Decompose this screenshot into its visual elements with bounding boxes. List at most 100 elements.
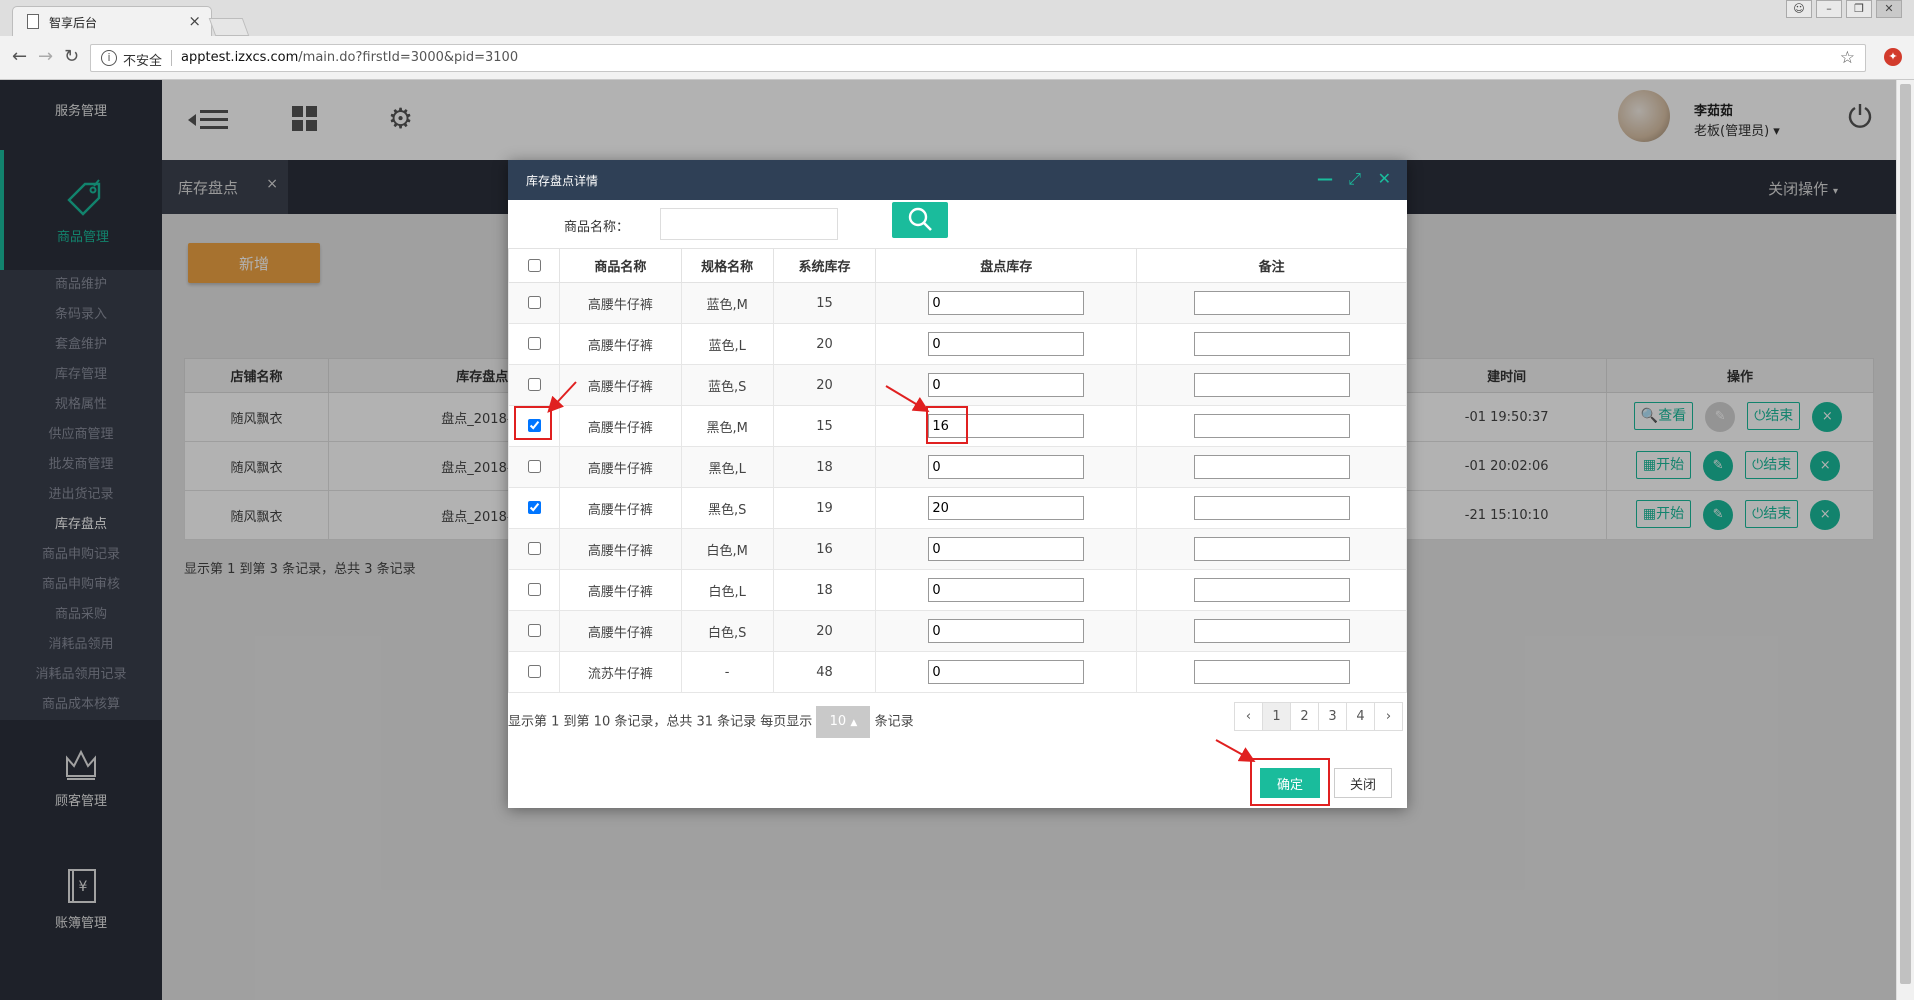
- row-checkbox[interactable]: [527, 337, 541, 350]
- close-tab-icon[interactable]: ×: [188, 12, 201, 30]
- maximize-icon[interactable]: ⤢: [1348, 169, 1361, 189]
- minimize-icon[interactable]: —: [1317, 169, 1333, 188]
- note-input[interactable]: [1193, 578, 1350, 602]
- stock-cell: 48: [772, 651, 877, 693]
- new-tab-button[interactable]: [208, 18, 250, 36]
- info-icon[interactable]: i: [101, 50, 117, 66]
- note-input[interactable]: [1193, 332, 1350, 356]
- note-cell: [1136, 569, 1407, 611]
- page-button-1[interactable]: 1: [1262, 702, 1291, 731]
- count-input[interactable]: [928, 373, 1085, 397]
- note-cell: [1136, 282, 1407, 324]
- note-input[interactable]: [1193, 373, 1350, 397]
- spec-cell: 黑色,M: [680, 405, 774, 447]
- prev-page-button[interactable]: ‹: [1234, 702, 1263, 731]
- close-window-button[interactable]: ✕: [1876, 0, 1902, 18]
- note-input[interactable]: [1193, 291, 1350, 315]
- stock-cell: 20: [772, 610, 877, 652]
- table-row: 高腰牛仔裤 黑色,S 19: [508, 487, 1407, 529]
- scrollbar-thumb[interactable]: [1900, 84, 1911, 984]
- minimize-button[interactable]: –: [1816, 0, 1842, 18]
- note-input[interactable]: [1193, 660, 1350, 684]
- product-cell: 高腰牛仔裤: [558, 282, 682, 324]
- next-page-button[interactable]: ›: [1374, 702, 1403, 731]
- count-input[interactable]: [928, 619, 1085, 643]
- row-checkbox[interactable]: [527, 583, 541, 596]
- user-icon[interactable]: ☺: [1786, 0, 1812, 18]
- dialog-title: 库存盘点详情: [526, 174, 599, 188]
- note-input[interactable]: [1193, 537, 1350, 561]
- row-checkbox[interactable]: [527, 501, 541, 514]
- row-checkbox[interactable]: [527, 624, 541, 637]
- row-checkbox[interactable]: [527, 665, 541, 678]
- spec-cell: 白色,S: [680, 610, 774, 652]
- table-row: 高腰牛仔裤 蓝色,M 15: [508, 282, 1407, 324]
- highlight-box-confirm: [1250, 758, 1330, 806]
- address-bar: ← → ↻ i 不安全 apptest.izxcs.com/main.do?fi…: [0, 36, 1914, 80]
- count-input[interactable]: [928, 455, 1085, 479]
- row-checkbox[interactable]: [527, 378, 541, 391]
- count-input[interactable]: [928, 291, 1085, 315]
- note-input[interactable]: [1193, 619, 1350, 643]
- dialog-header: 库存盘点详情 — ⤢ ✕: [508, 160, 1407, 200]
- note-input[interactable]: [1193, 414, 1350, 438]
- page-button-2[interactable]: 2: [1290, 702, 1319, 731]
- count-input[interactable]: [928, 660, 1085, 684]
- close-button[interactable]: 关闭: [1334, 768, 1392, 798]
- spec-cell: 白色,L: [680, 569, 774, 611]
- count-input[interactable]: [928, 496, 1085, 520]
- row-checkbox[interactable]: [527, 542, 541, 555]
- url-field[interactable]: i 不安全 apptest.izxcs.com/main.do?firstId=…: [90, 44, 1866, 72]
- column-header: 商品名称: [558, 248, 682, 283]
- page-button-4[interactable]: 4: [1346, 702, 1375, 731]
- count-cell: [875, 282, 1138, 324]
- count-input[interactable]: [928, 578, 1085, 602]
- page-size-dropdown[interactable]: 10 ▲: [816, 706, 871, 738]
- extension-icon[interactable]: ✦: [1884, 48, 1902, 66]
- product-cell: 流苏牛仔裤: [558, 651, 682, 693]
- row-checkbox[interactable]: [527, 460, 541, 473]
- count-input[interactable]: [928, 537, 1085, 561]
- spec-cell: 黑色,S: [680, 487, 774, 529]
- note-input[interactable]: [1193, 496, 1350, 520]
- page-button-3[interactable]: 3: [1318, 702, 1347, 731]
- select-cell: [508, 323, 560, 365]
- note-cell: [1136, 610, 1407, 652]
- url-path: /main.do?firstId=3000&pid=3100: [298, 50, 519, 65]
- product-cell: 高腰牛仔裤: [558, 569, 682, 611]
- stock-cell: 20: [772, 364, 877, 406]
- count-cell: [875, 651, 1138, 693]
- count-cell: [875, 487, 1138, 529]
- note-cell: [1136, 487, 1407, 529]
- count-cell: [875, 610, 1138, 652]
- spec-cell: -: [680, 651, 774, 693]
- close-icon[interactable]: ✕: [1378, 169, 1391, 188]
- note-cell: [1136, 651, 1407, 693]
- select-cell: [508, 528, 560, 570]
- restore-button[interactable]: ❐: [1846, 0, 1872, 18]
- forward-arrow-icon[interactable]: →: [38, 46, 53, 67]
- search-button[interactable]: [892, 202, 948, 238]
- count-cell: [875, 323, 1138, 365]
- url-text: apptest.izxcs.com/main.do?firstId=3000&p…: [181, 50, 518, 65]
- row-checkbox[interactable]: [527, 296, 541, 309]
- note-cell: [1136, 405, 1407, 447]
- table-row: 流苏牛仔裤 - 48: [508, 651, 1407, 693]
- column-header: 备注: [1136, 248, 1407, 283]
- spec-cell: 白色,M: [680, 528, 774, 570]
- count-cell: [875, 364, 1138, 406]
- back-arrow-icon[interactable]: ←: [12, 46, 27, 67]
- pagination-info: 显示第 1 到第 10 条记录，总共 31 条记录 每页显示 10 ▲ 条记录: [508, 706, 914, 738]
- search-icon: [908, 207, 932, 231]
- bookmark-star-icon[interactable]: ☆: [1840, 48, 1855, 68]
- reload-icon[interactable]: ↻: [64, 46, 79, 67]
- count-input[interactable]: [928, 332, 1085, 356]
- table-row: 高腰牛仔裤 白色,M 16: [508, 528, 1407, 570]
- note-input[interactable]: [1193, 455, 1350, 479]
- product-name-input[interactable]: [660, 208, 838, 240]
- select-all-checkbox[interactable]: [527, 258, 541, 272]
- pagination-suffix: 条记录: [874, 714, 914, 730]
- inventory-detail-table: 商品名称 规格名称 系统库存 盘点库存 备注 高腰牛仔裤 蓝色,M 15 高腰牛…: [508, 248, 1407, 693]
- browser-tab[interactable]: 智享后台 ×: [12, 6, 212, 36]
- page-scrollbar[interactable]: [1896, 80, 1914, 1000]
